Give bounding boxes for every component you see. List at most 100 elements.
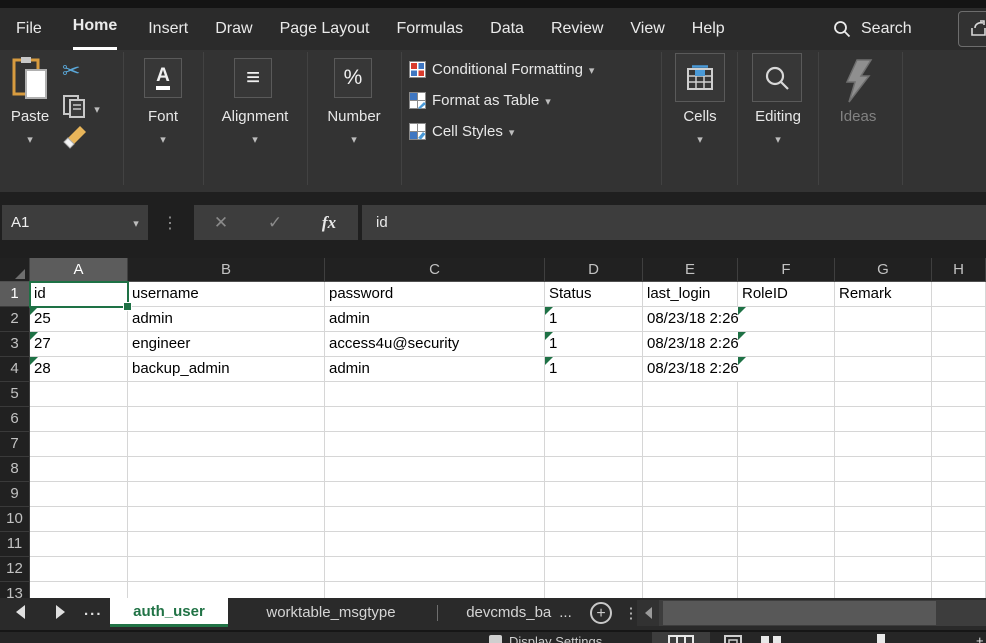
cell-B10[interactable]: [128, 507, 325, 532]
cell-G6[interactable]: [835, 407, 932, 432]
cell-F13[interactable]: [738, 582, 835, 598]
cell-G8[interactable]: [835, 457, 932, 482]
row-header-7[interactable]: 7: [0, 432, 30, 457]
menu-tab-formulas[interactable]: Formulas: [396, 8, 463, 50]
cell-D2[interactable]: 1: [545, 307, 643, 332]
cell-E11[interactable]: [643, 532, 738, 557]
cell-D13[interactable]: [545, 582, 643, 598]
column-header-E[interactable]: E: [643, 258, 738, 282]
menu-tab-help[interactable]: Help: [692, 8, 725, 50]
cell-C7[interactable]: [325, 432, 545, 457]
sheet-options-icon[interactable]: [624, 601, 638, 625]
cell-G12[interactable]: [835, 557, 932, 582]
cell-B6[interactable]: [128, 407, 325, 432]
row-header-3[interactable]: 3: [0, 332, 30, 357]
cell-D6[interactable]: [545, 407, 643, 432]
menu-tab-file[interactable]: File: [16, 8, 42, 50]
search-box[interactable]: Search: [833, 8, 912, 50]
zoom-in-icon[interactable]: +: [976, 633, 984, 643]
row-header-5[interactable]: 5: [0, 382, 30, 407]
cell-G7[interactable]: [835, 432, 932, 457]
cell-B4[interactable]: backup_admin: [128, 357, 325, 382]
cell-H5[interactable]: [932, 382, 986, 407]
cell-C9[interactable]: [325, 482, 545, 507]
cell-E4[interactable]: 08/23/18 2:26: [643, 357, 738, 382]
column-header-B[interactable]: B: [128, 258, 325, 282]
menu-tab-review[interactable]: Review: [551, 8, 603, 50]
copy-icon[interactable]: [62, 94, 86, 118]
cell-B1[interactable]: username: [128, 282, 325, 307]
cell-E8[interactable]: [643, 457, 738, 482]
cell-H11[interactable]: [932, 532, 986, 557]
column-header-F[interactable]: F: [738, 258, 835, 282]
horizontal-scrollbar[interactable]: [659, 600, 986, 626]
new-sheet-button[interactable]: [590, 602, 612, 624]
cell-A10[interactable]: [30, 507, 128, 532]
name-box-dropdown[interactable]: [126, 205, 146, 242]
cell-C10[interactable]: [325, 507, 545, 532]
cell-F6[interactable]: [738, 407, 835, 432]
menu-tab-page-layout[interactable]: Page Layout: [280, 8, 370, 50]
cell-C1[interactable]: password: [325, 282, 545, 307]
select-all-corner[interactable]: [0, 258, 30, 282]
cell-B13[interactable]: [128, 582, 325, 598]
cell-C6[interactable]: [325, 407, 545, 432]
menu-tab-draw[interactable]: Draw: [215, 8, 252, 50]
cell-C5[interactable]: [325, 382, 545, 407]
cut-icon[interactable]: ✂: [62, 58, 80, 84]
cell-G5[interactable]: [835, 382, 932, 407]
insert-function-icon[interactable]: [302, 213, 356, 233]
row-header-8[interactable]: 8: [0, 457, 30, 482]
sheet-nav-more-icon[interactable]: [84, 598, 103, 624]
column-header-A[interactable]: A: [30, 258, 128, 282]
editing-dropdown[interactable]: [742, 130, 814, 148]
cell-A2[interactable]: 25: [30, 307, 128, 332]
alignment-dropdown[interactable]: [207, 130, 303, 148]
cell-G10[interactable]: [835, 507, 932, 532]
cell-F4[interactable]: [738, 357, 835, 382]
page-layout-view-icon[interactable]: [724, 635, 742, 643]
row-header-10[interactable]: 10: [0, 507, 30, 532]
row-header-9[interactable]: 9: [0, 482, 30, 507]
menu-tab-insert[interactable]: Insert: [148, 8, 188, 50]
cell-D11[interactable]: [545, 532, 643, 557]
cell-F2[interactable]: [738, 307, 835, 332]
cell-D3[interactable]: 1: [545, 332, 643, 357]
cell-H2[interactable]: [932, 307, 986, 332]
cell-H12[interactable]: [932, 557, 986, 582]
cell-G3[interactable]: [835, 332, 932, 357]
paste-button[interactable]: Paste: [2, 108, 58, 125]
row-header-11[interactable]: 11: [0, 532, 30, 557]
cells-dropdown[interactable]: [665, 130, 735, 148]
cell-H9[interactable]: [932, 482, 986, 507]
cell-E13[interactable]: [643, 582, 738, 598]
row-header-13[interactable]: 13: [0, 582, 30, 598]
format-as-table-dropdown[interactable]: [545, 92, 551, 109]
horizontal-scrollbar-thumb[interactable]: [663, 601, 936, 625]
cell-A9[interactable]: [30, 482, 128, 507]
menu-tab-home[interactable]: Home: [73, 8, 117, 50]
ideas-button[interactable]: Ideas: [823, 108, 893, 125]
cell-H6[interactable]: [932, 407, 986, 432]
cell-A3[interactable]: 27: [30, 332, 128, 357]
cell-E6[interactable]: [643, 407, 738, 432]
cell-C13[interactable]: [325, 582, 545, 598]
cell-B11[interactable]: [128, 532, 325, 557]
cell-F12[interactable]: [738, 557, 835, 582]
display-settings-button[interactable]: Display Settings: [509, 634, 602, 643]
cell-B12[interactable]: [128, 557, 325, 582]
cell-styles-button[interactable]: Cell Styles: [409, 120, 514, 142]
cell-A11[interactable]: [30, 532, 128, 557]
cell-D10[interactable]: [545, 507, 643, 532]
cell-H13[interactable]: [932, 582, 986, 598]
enter-icon[interactable]: [248, 213, 302, 233]
sheet-tab-auth-user[interactable]: auth_user: [110, 598, 228, 627]
cell-G1[interactable]: Remark: [835, 282, 932, 307]
hscroll-left-arrow[interactable]: [637, 600, 659, 626]
cell-C11[interactable]: [325, 532, 545, 557]
cell-B9[interactable]: [128, 482, 325, 507]
formula-input[interactable]: id: [362, 205, 986, 240]
menu-tab-data[interactable]: Data: [490, 8, 524, 50]
number-dropdown[interactable]: [311, 130, 397, 148]
conditional-formatting-button[interactable]: Conditional Formatting: [409, 58, 594, 80]
